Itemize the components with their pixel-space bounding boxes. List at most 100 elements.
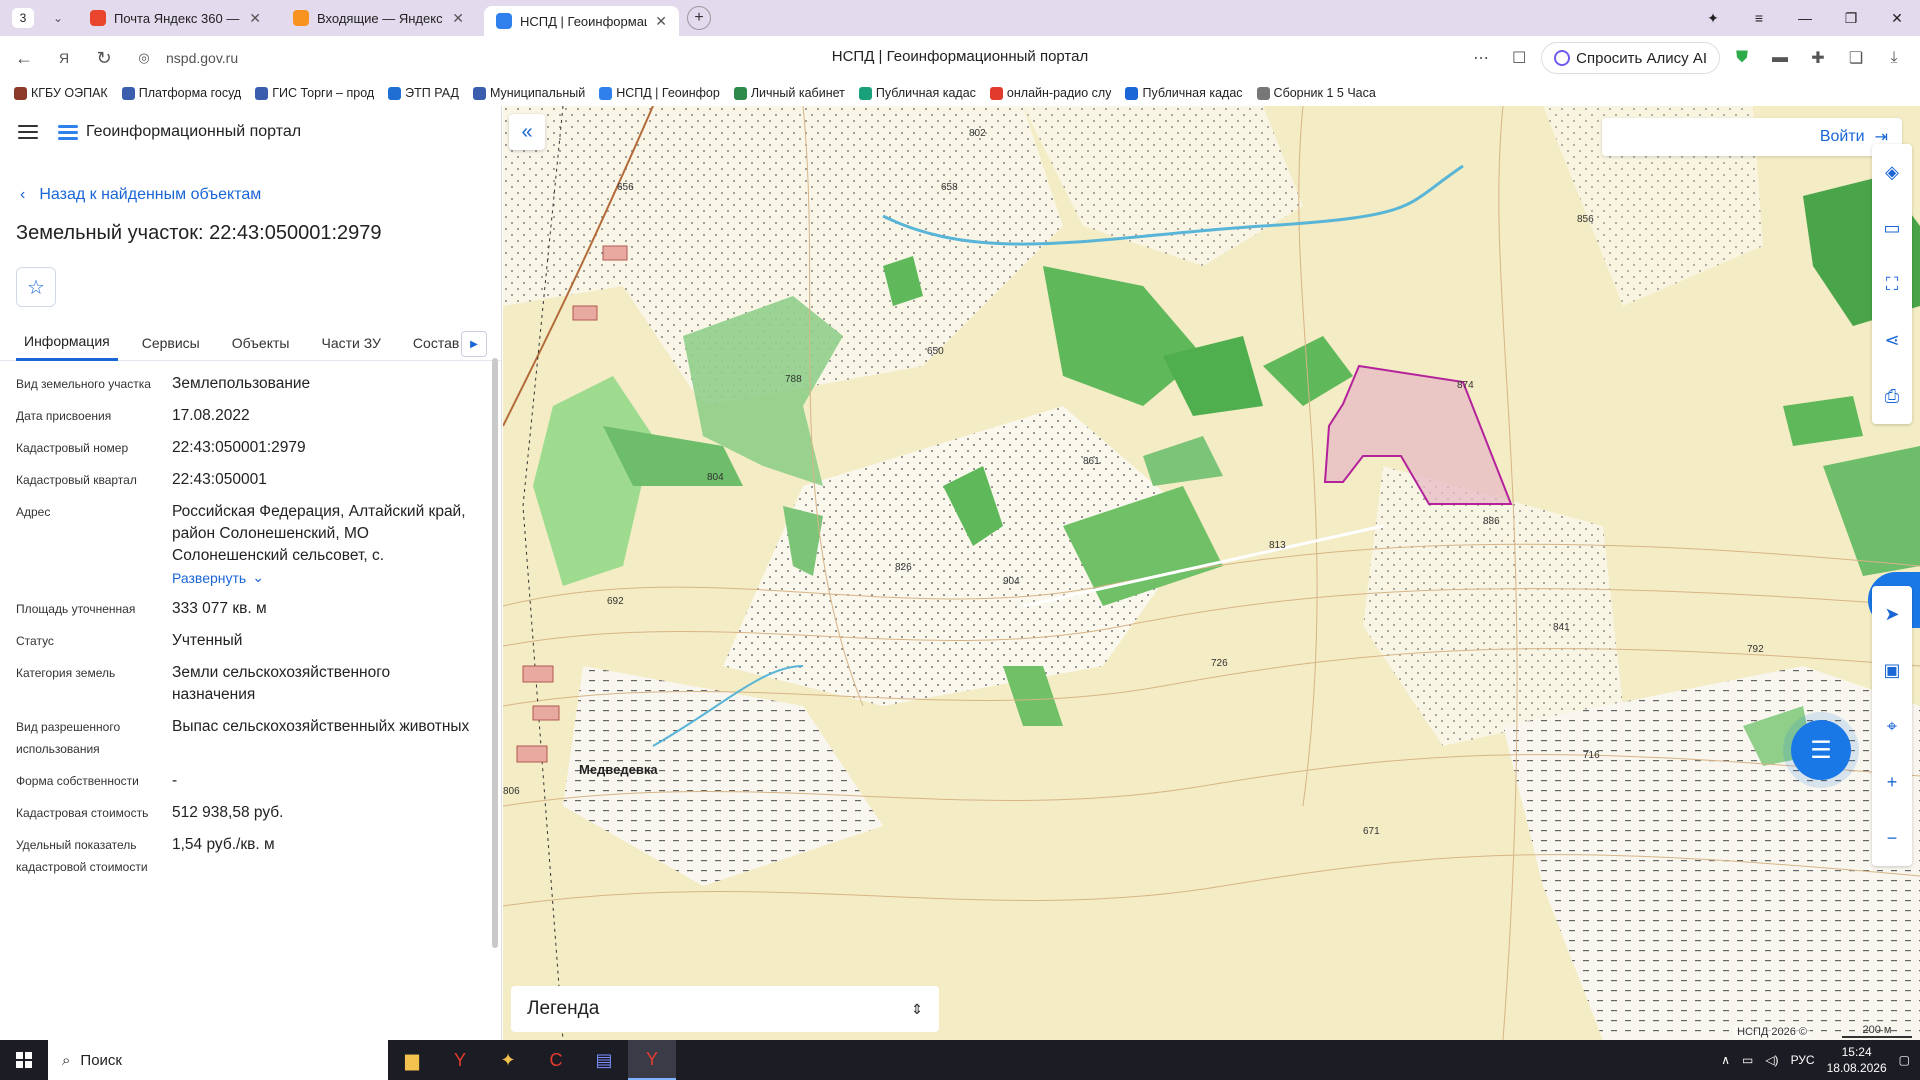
prop-label: Форма собственности <box>16 773 139 788</box>
map-view[interactable]: 802 656 788 804 826 904 692 861 874 856 … <box>503 106 1920 1040</box>
reload-icon[interactable]: ↻ <box>88 42 120 74</box>
share-icon[interactable]: ⋖ <box>1872 312 1912 368</box>
panel-scrollbar[interactable] <box>492 358 498 948</box>
ask-alice-button[interactable]: Спросить Алису AI <box>1541 42 1720 74</box>
browser-menu-icon[interactable]: ≡ <box>1736 0 1782 36</box>
download-icon[interactable]: ⤓ <box>1878 42 1910 74</box>
network-icon[interactable]: ▭ <box>1742 1053 1753 1067</box>
app-icon[interactable]: C <box>532 1040 580 1080</box>
save-icon[interactable]: ▤ <box>580 1040 628 1080</box>
tab-composition[interactable]: Состав <box>405 325 467 361</box>
bookmark-item[interactable]: НСПД | Геоинфор <box>599 86 720 100</box>
map-copyright: НСПД 2026 © <box>1734 1026 1810 1038</box>
shield-icon[interactable]: ⛊ <box>1726 42 1758 74</box>
browser-tab[interactable]: Почта Яндекс 360 — бесп ✕ <box>78 3 273 33</box>
menu-icon[interactable] <box>18 125 38 139</box>
legend-toggle[interactable]: Легенда ⇕ <box>511 986 939 1032</box>
prop-row: Дата присвоения 17.08.2022 <box>16 405 501 427</box>
bookmark-item[interactable]: онлайн-радио слу <box>989 86 1111 100</box>
volume-icon[interactable]: ◁) <box>1765 1053 1778 1067</box>
back-arrow-icon[interactable]: ← <box>8 42 40 74</box>
login-label: Войти <box>1819 128 1865 145</box>
back-to-results-link[interactable]: ‹ Назад к найденным объектам <box>20 186 501 204</box>
tabs-scroll-right-icon[interactable]: ▶ <box>461 331 487 357</box>
language-indicator[interactable]: РУС <box>1791 1053 1815 1067</box>
bookmark-favicon-icon <box>989 86 1003 100</box>
yandex-logo-icon[interactable]: Я <box>48 42 80 74</box>
tabs-dropdown-icon[interactable]: ⌄ <box>46 6 70 30</box>
puzzle-icon[interactable]: ✚ <box>1802 42 1834 74</box>
bookmark-icon[interactable]: ☐ <box>1503 42 1535 74</box>
chat-button[interactable]: ☰ <box>1791 720 1851 780</box>
zoom-out-icon[interactable]: − <box>1872 810 1912 866</box>
browser-tab-strip: 3 ⌄ Почта Яндекс 360 — бесп ✕ Входящие —… <box>0 0 1920 36</box>
tab-count-badge[interactable]: 3 <box>12 8 34 28</box>
bookmark-item[interactable]: Платформа госуд <box>121 86 241 100</box>
taskbar-search[interactable]: ⌕ Поиск <box>48 1040 388 1080</box>
clock-date: 18.08.2026 <box>1826 1061 1887 1075</box>
ruler-icon[interactable]: ▭ <box>1872 200 1912 256</box>
tray-arrow-icon[interactable]: ∧ <box>1721 1053 1730 1067</box>
prop-value: 333 077 кв. м <box>172 599 267 617</box>
close-tab-icon[interactable]: ✕ <box>249 10 261 27</box>
elevation-label: 792 <box>1747 644 1764 655</box>
bookmark-item[interactable]: ЭТП РАД <box>388 86 459 100</box>
bookmark-item[interactable]: Муниципальный <box>472 86 585 100</box>
hat-icon[interactable]: ▬ <box>1764 42 1796 74</box>
print-icon[interactable]: ⎙ <box>1872 368 1912 424</box>
locate-icon[interactable]: ➤ <box>1872 586 1912 642</box>
restore-icon[interactable]: ❐ <box>1828 0 1874 36</box>
minimize-icon[interactable]: — <box>1782 0 1828 36</box>
file-explorer-icon[interactable]: ▆ <box>388 1040 436 1080</box>
collections-icon[interactable]: ❏ <box>1840 42 1872 74</box>
prop-label: Кадастровый квартал <box>16 473 137 487</box>
tab-objects[interactable]: Объекты <box>224 325 298 361</box>
bookmark-item[interactable]: Публичная кадас <box>858 86 976 100</box>
extensions-icon[interactable]: ✦ <box>1690 0 1736 36</box>
tab-services[interactable]: Сервисы <box>134 325 208 361</box>
start-button[interactable] <box>0 1040 48 1080</box>
prop-value: 512 938,58 руб. <box>172 803 284 821</box>
close-tab-icon[interactable]: ✕ <box>655 13 667 30</box>
favorite-button[interactable]: ☆ <box>16 267 56 307</box>
prop-row: Кадастровая стоимость 512 938,58 руб. <box>16 802 501 824</box>
map-tools-bottom: ➤ ▣ ⌖ + − <box>1872 586 1912 866</box>
close-window-icon[interactable]: ✕ <box>1874 0 1920 36</box>
bookmark-label: КГБУ ОЭПАК <box>31 86 108 100</box>
bookmark-item[interactable]: Личный кабинет <box>733 86 845 100</box>
bookmark-item[interactable]: КГБУ ОЭПАК <box>14 86 108 100</box>
app-icon[interactable]: ✦ <box>484 1040 532 1080</box>
url-text[interactable]: nspd.gov.ru <box>166 50 238 66</box>
clock[interactable]: 15:24 18.08.2026 <box>1827 1044 1887 1076</box>
site-info-icon[interactable]: ◎ <box>128 42 160 74</box>
tab-information[interactable]: Информация <box>16 325 118 361</box>
browser-tab[interactable]: Входящие — Яндекс Почт ✕ <box>281 3 476 33</box>
bookmark-item[interactable]: ГИС Торги – прод <box>255 86 374 100</box>
bookmark-item[interactable]: Сборник 1 5 Часа <box>1256 86 1376 100</box>
minimap-icon[interactable]: ▣ <box>1872 642 1912 698</box>
yandex-browser-active-icon[interactable]: Y <box>628 1040 676 1080</box>
browser-tab-active[interactable]: НСПД | Геоинформаци ✕ <box>484 6 679 36</box>
prop-label: Кадастровый номер <box>16 441 129 455</box>
collapse-panel-button[interactable]: « <box>509 114 545 150</box>
zoom-in-icon[interactable]: + <box>1872 754 1912 810</box>
bookmark-label: Сборник 1 5 Часа <box>1273 86 1376 100</box>
tab-parts[interactable]: Части ЗУ <box>313 325 388 361</box>
bookmark-item[interactable]: Публичная кадас <box>1125 86 1243 100</box>
login-button[interactable]: Войти ⇥ <box>1602 118 1902 156</box>
bookmarks-bar: КГБУ ОЭПАК Платформа госуд ГИС Торги – п… <box>0 80 1920 106</box>
bookmark-label: ЭТП РАД <box>405 86 459 100</box>
prop-value: Земли сельскохозяйственного назначения <box>172 663 391 703</box>
layers-icon[interactable]: ◈ <box>1872 144 1912 200</box>
elevation-label: 671 <box>1363 826 1380 837</box>
geo-search-icon[interactable]: ⌖ <box>1872 698 1912 754</box>
new-tab-button[interactable]: + <box>687 6 711 30</box>
prop-label: Дата присвоения <box>16 409 112 423</box>
select-area-icon[interactable]: ⛶ <box>1872 256 1912 312</box>
more-icon[interactable]: ⋯ <box>1465 42 1497 74</box>
notifications-icon[interactable]: ▢ <box>1899 1053 1910 1067</box>
prop-value: Учтенный <box>172 631 243 649</box>
expand-address-link[interactable]: Развернуть ⌄ <box>172 569 264 586</box>
close-tab-icon[interactable]: ✕ <box>452 10 464 27</box>
yandex-browser-icon[interactable]: Y <box>436 1040 484 1080</box>
